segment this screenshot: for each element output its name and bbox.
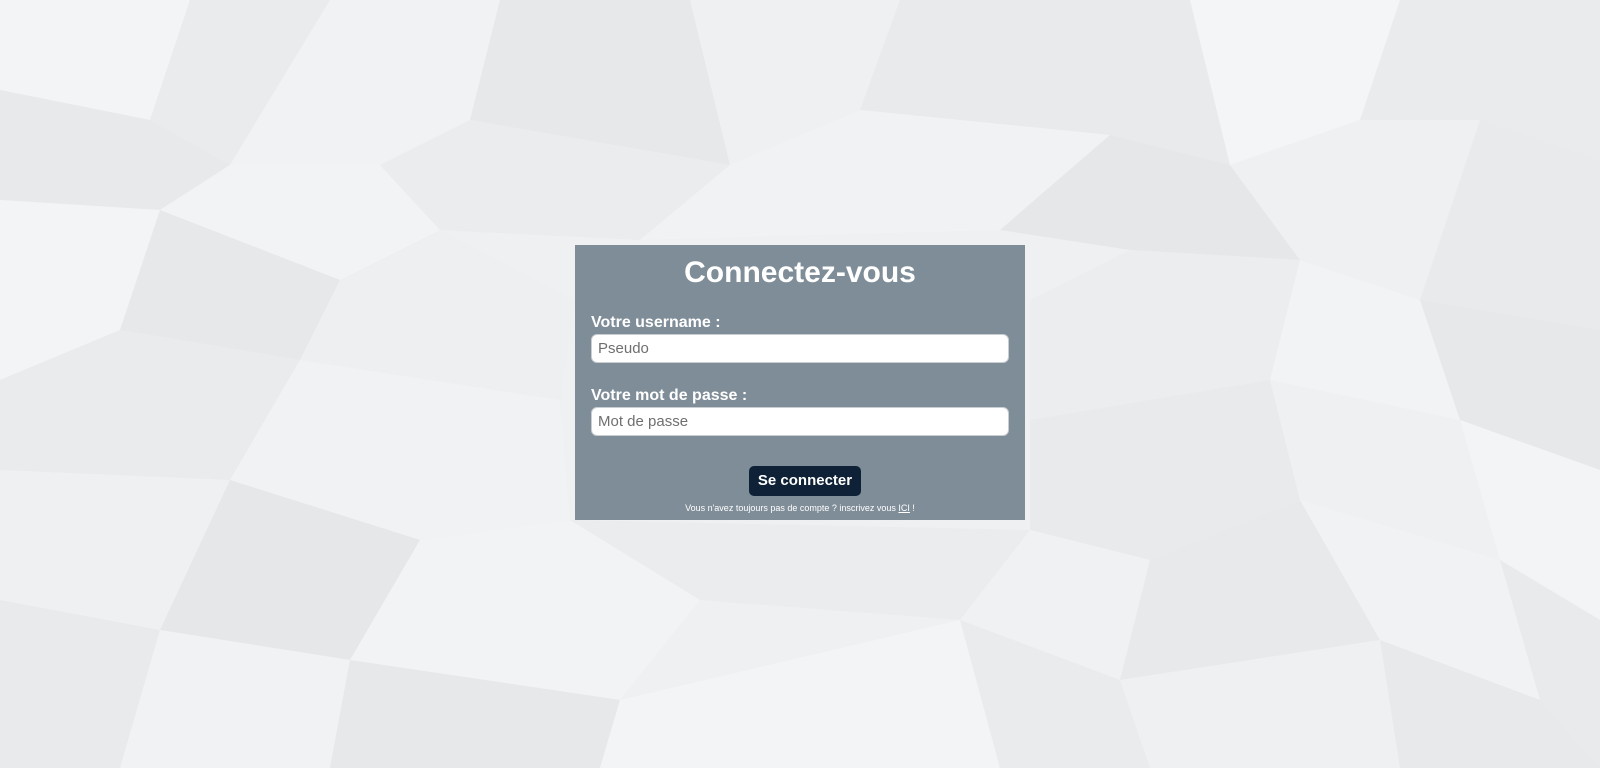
login-button[interactable]: Se connecter: [748, 466, 862, 496]
login-panel: Connectez-vous Votre username : Votre mo…: [575, 245, 1025, 520]
signup-note: Vous n'avez toujours pas de compte ? ins…: [591, 502, 1009, 514]
username-label: Votre username :: [591, 314, 721, 331]
form-actions: Se connecter: [591, 466, 1009, 496]
username-input[interactable]: [591, 334, 1009, 363]
password-input[interactable]: [591, 407, 1009, 436]
signup-text-end: !: [909, 503, 915, 513]
password-label: Votre mot de passe :: [591, 387, 748, 404]
signup-text: Vous n'avez toujours pas de compte ? ins…: [685, 503, 899, 513]
signup-link[interactable]: ICI: [898, 503, 910, 513]
login-title: Connectez-vous: [684, 256, 916, 289]
